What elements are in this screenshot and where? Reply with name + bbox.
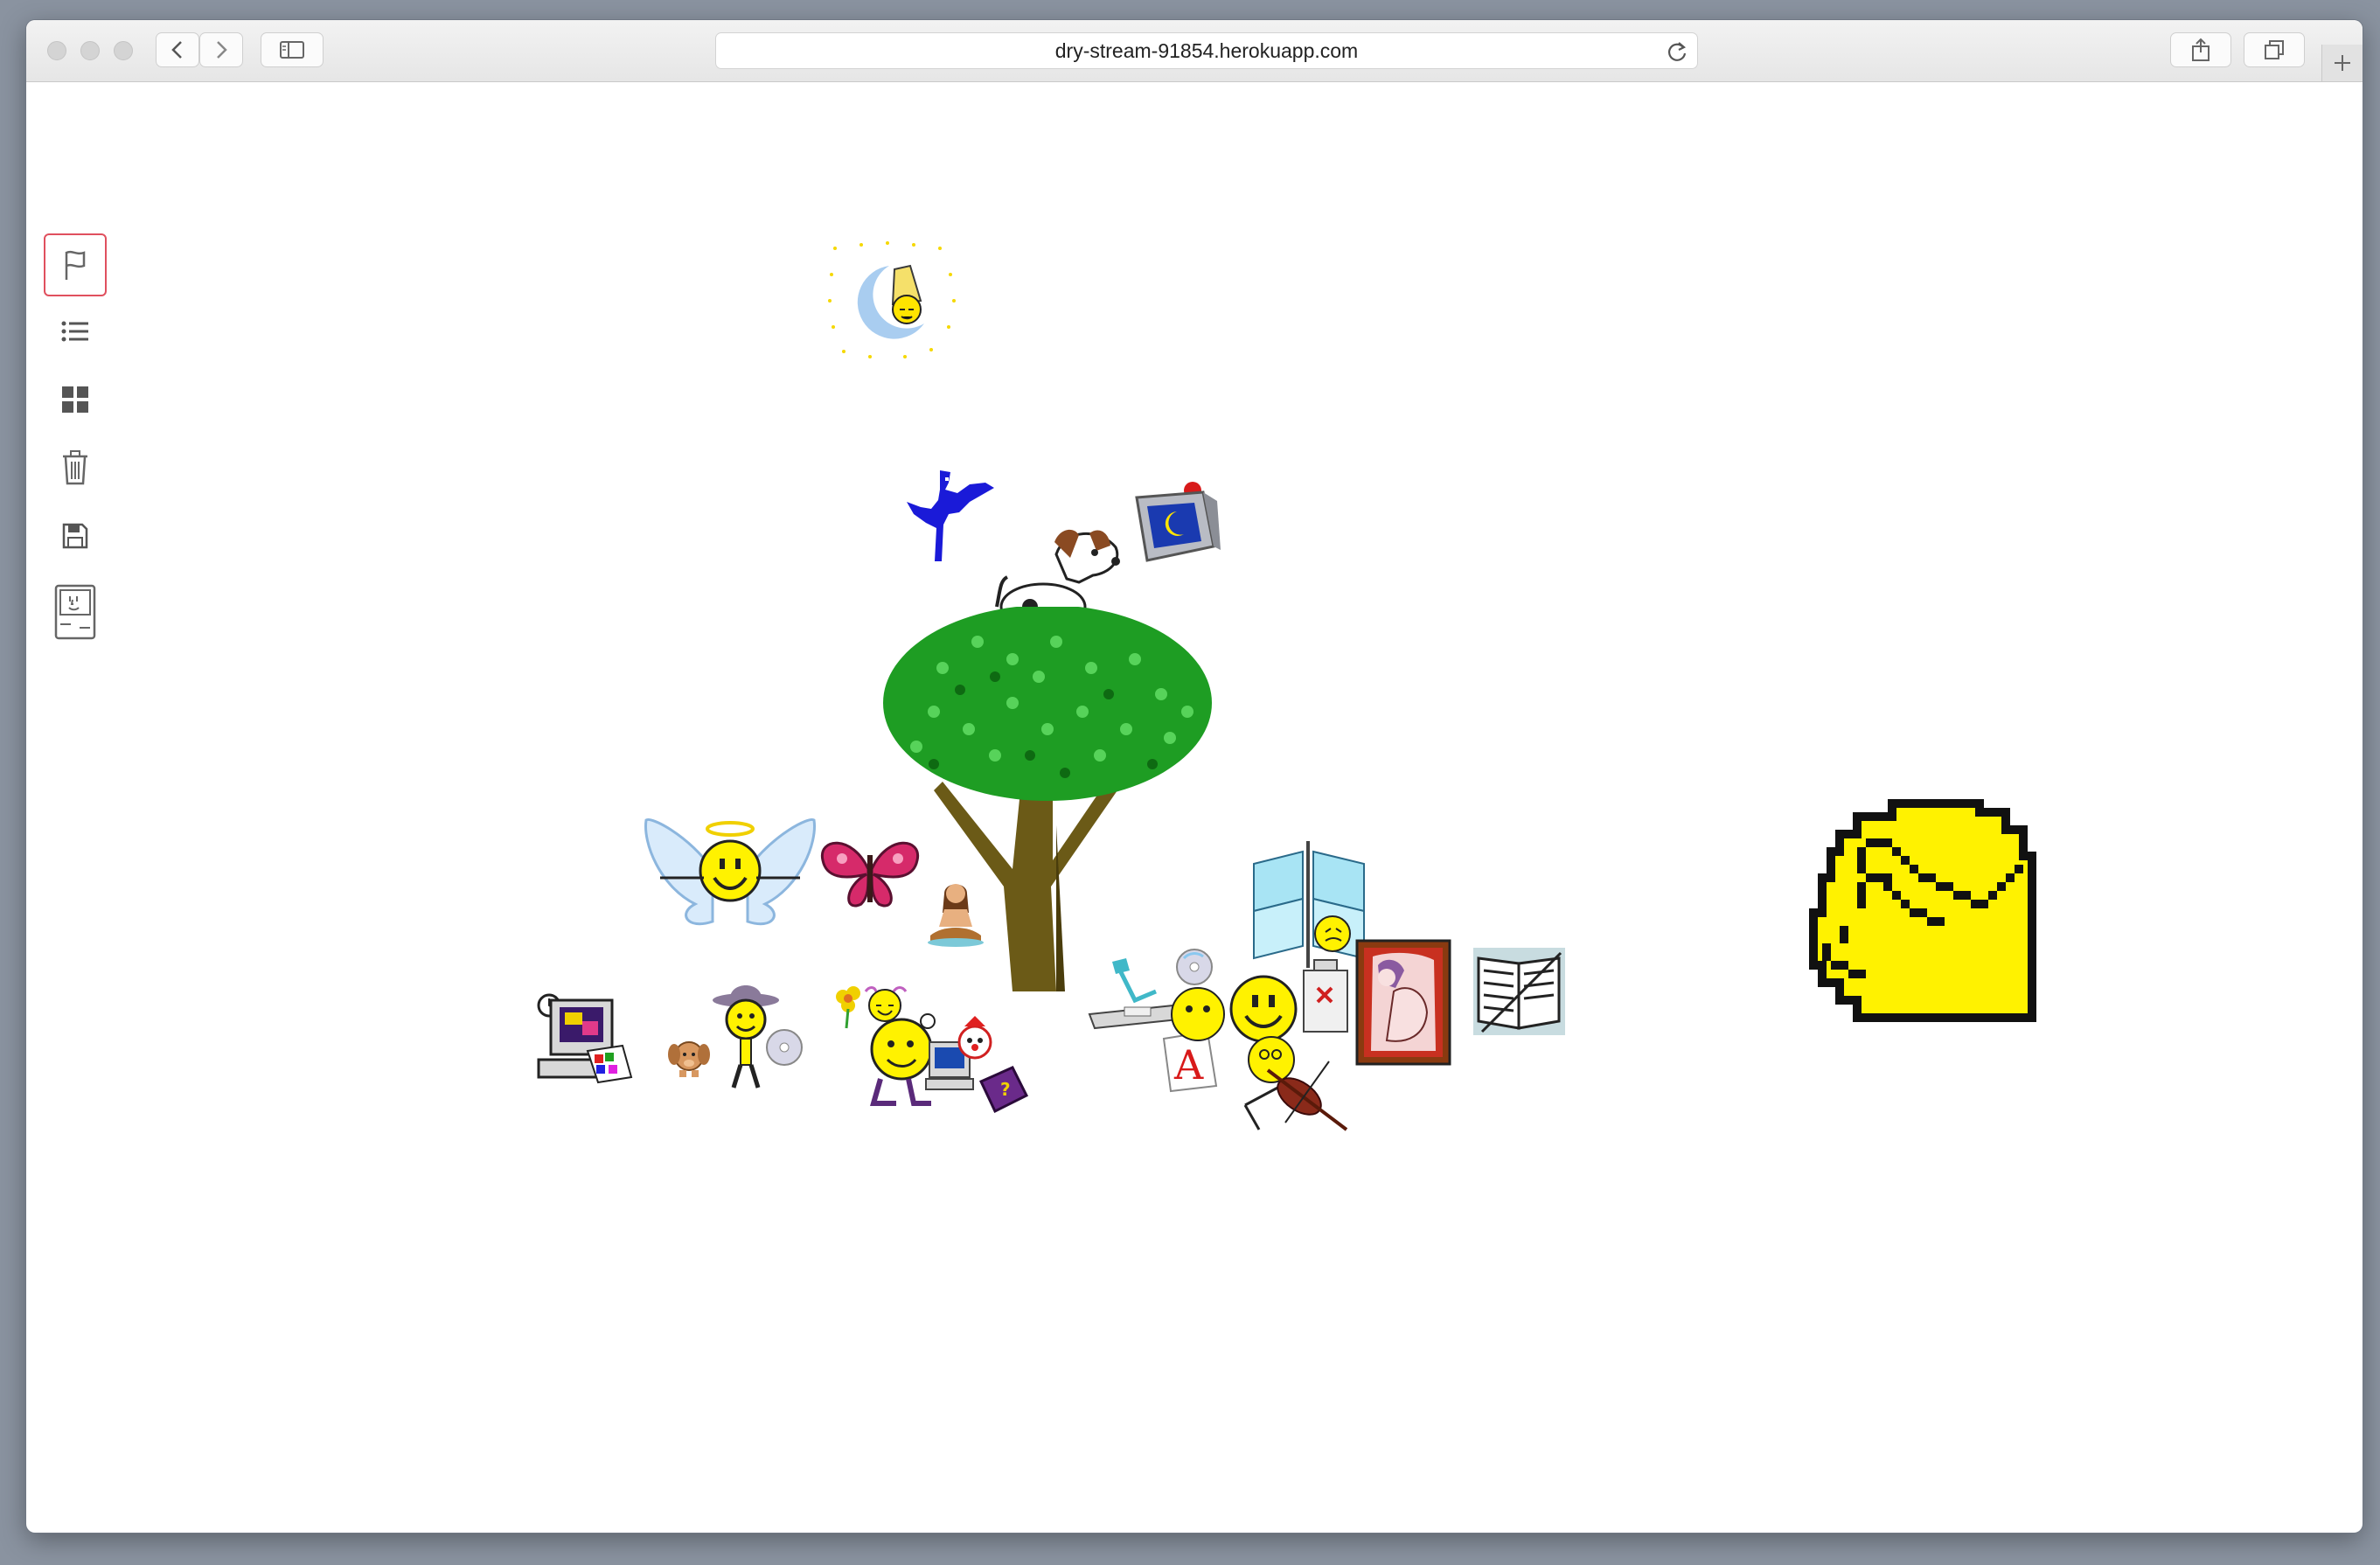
tv-moon-sticker[interactable]: [1130, 480, 1221, 567]
svg-text:?: ?: [1000, 1079, 1011, 1100]
angel-smiley-sticker[interactable]: [643, 817, 818, 935]
sidebar-toggle-button[interactable]: [261, 32, 324, 67]
zoom-window-button[interactable]: [114, 41, 133, 60]
cowboy-smiley-sticker[interactable]: [711, 981, 803, 1090]
small-dog-sticker[interactable]: [667, 1033, 711, 1079]
back-icon: [171, 41, 182, 59]
framed-painting-sticker[interactable]: [1355, 939, 1451, 1066]
minimize-window-button[interactable]: [80, 41, 100, 60]
violin-smiley-sticker[interactable]: [1242, 1035, 1351, 1133]
svg-text:A: A: [1173, 1041, 1204, 1089]
browser-window: dry-stream-91854.herokuapp.com ? A: [26, 20, 2363, 1533]
address-bar[interactable]: dry-stream-91854.herokuapp.com: [715, 32, 1698, 69]
sidebar-toggle-icon: [280, 41, 304, 59]
close-window-button[interactable]: [47, 41, 66, 60]
cd-smiley-sticker[interactable]: [1163, 948, 1233, 1044]
browser-toolbar: dry-stream-91854.herokuapp.com: [26, 20, 2363, 82]
url-text: dry-stream-91854.herokuapp.com: [1054, 38, 1359, 62]
share-icon: [2192, 38, 2210, 61]
purple-book-sticker[interactable]: ?: [978, 1064, 1030, 1115]
big-smiley-sticker[interactable]: [1228, 974, 1298, 1044]
windmill-sticker[interactable]: [1250, 841, 1368, 968]
tabs-overview-button[interactable]: [2244, 32, 2305, 67]
reload-icon[interactable]: [1666, 40, 1688, 63]
sleeping-moon-sticker[interactable]: [826, 240, 957, 362]
smiley-bottle-sticker[interactable]: [1298, 956, 1355, 1035]
blue-bird-sticker[interactable]: [905, 467, 1001, 563]
forward-button[interactable]: [199, 32, 243, 67]
forward-icon: [217, 41, 227, 59]
computer-palette-sticker[interactable]: [535, 991, 636, 1088]
pixel-fist-sticker[interactable]: [1805, 795, 2041, 1026]
share-button[interactable]: [2170, 32, 2231, 67]
butterfly-sticker[interactable]: [818, 834, 922, 913]
meditating-woman-sticker[interactable]: [925, 878, 986, 948]
new-tab-button[interactable]: [2321, 45, 2363, 81]
book-pattern-sticker[interactable]: [1473, 948, 1565, 1035]
back-button[interactable]: [156, 32, 199, 67]
new-tab-icon: [2335, 55, 2350, 71]
sticker-canvas[interactable]: ? A: [26, 82, 2363, 1533]
tabs-overview-icon: [2265, 40, 2284, 59]
